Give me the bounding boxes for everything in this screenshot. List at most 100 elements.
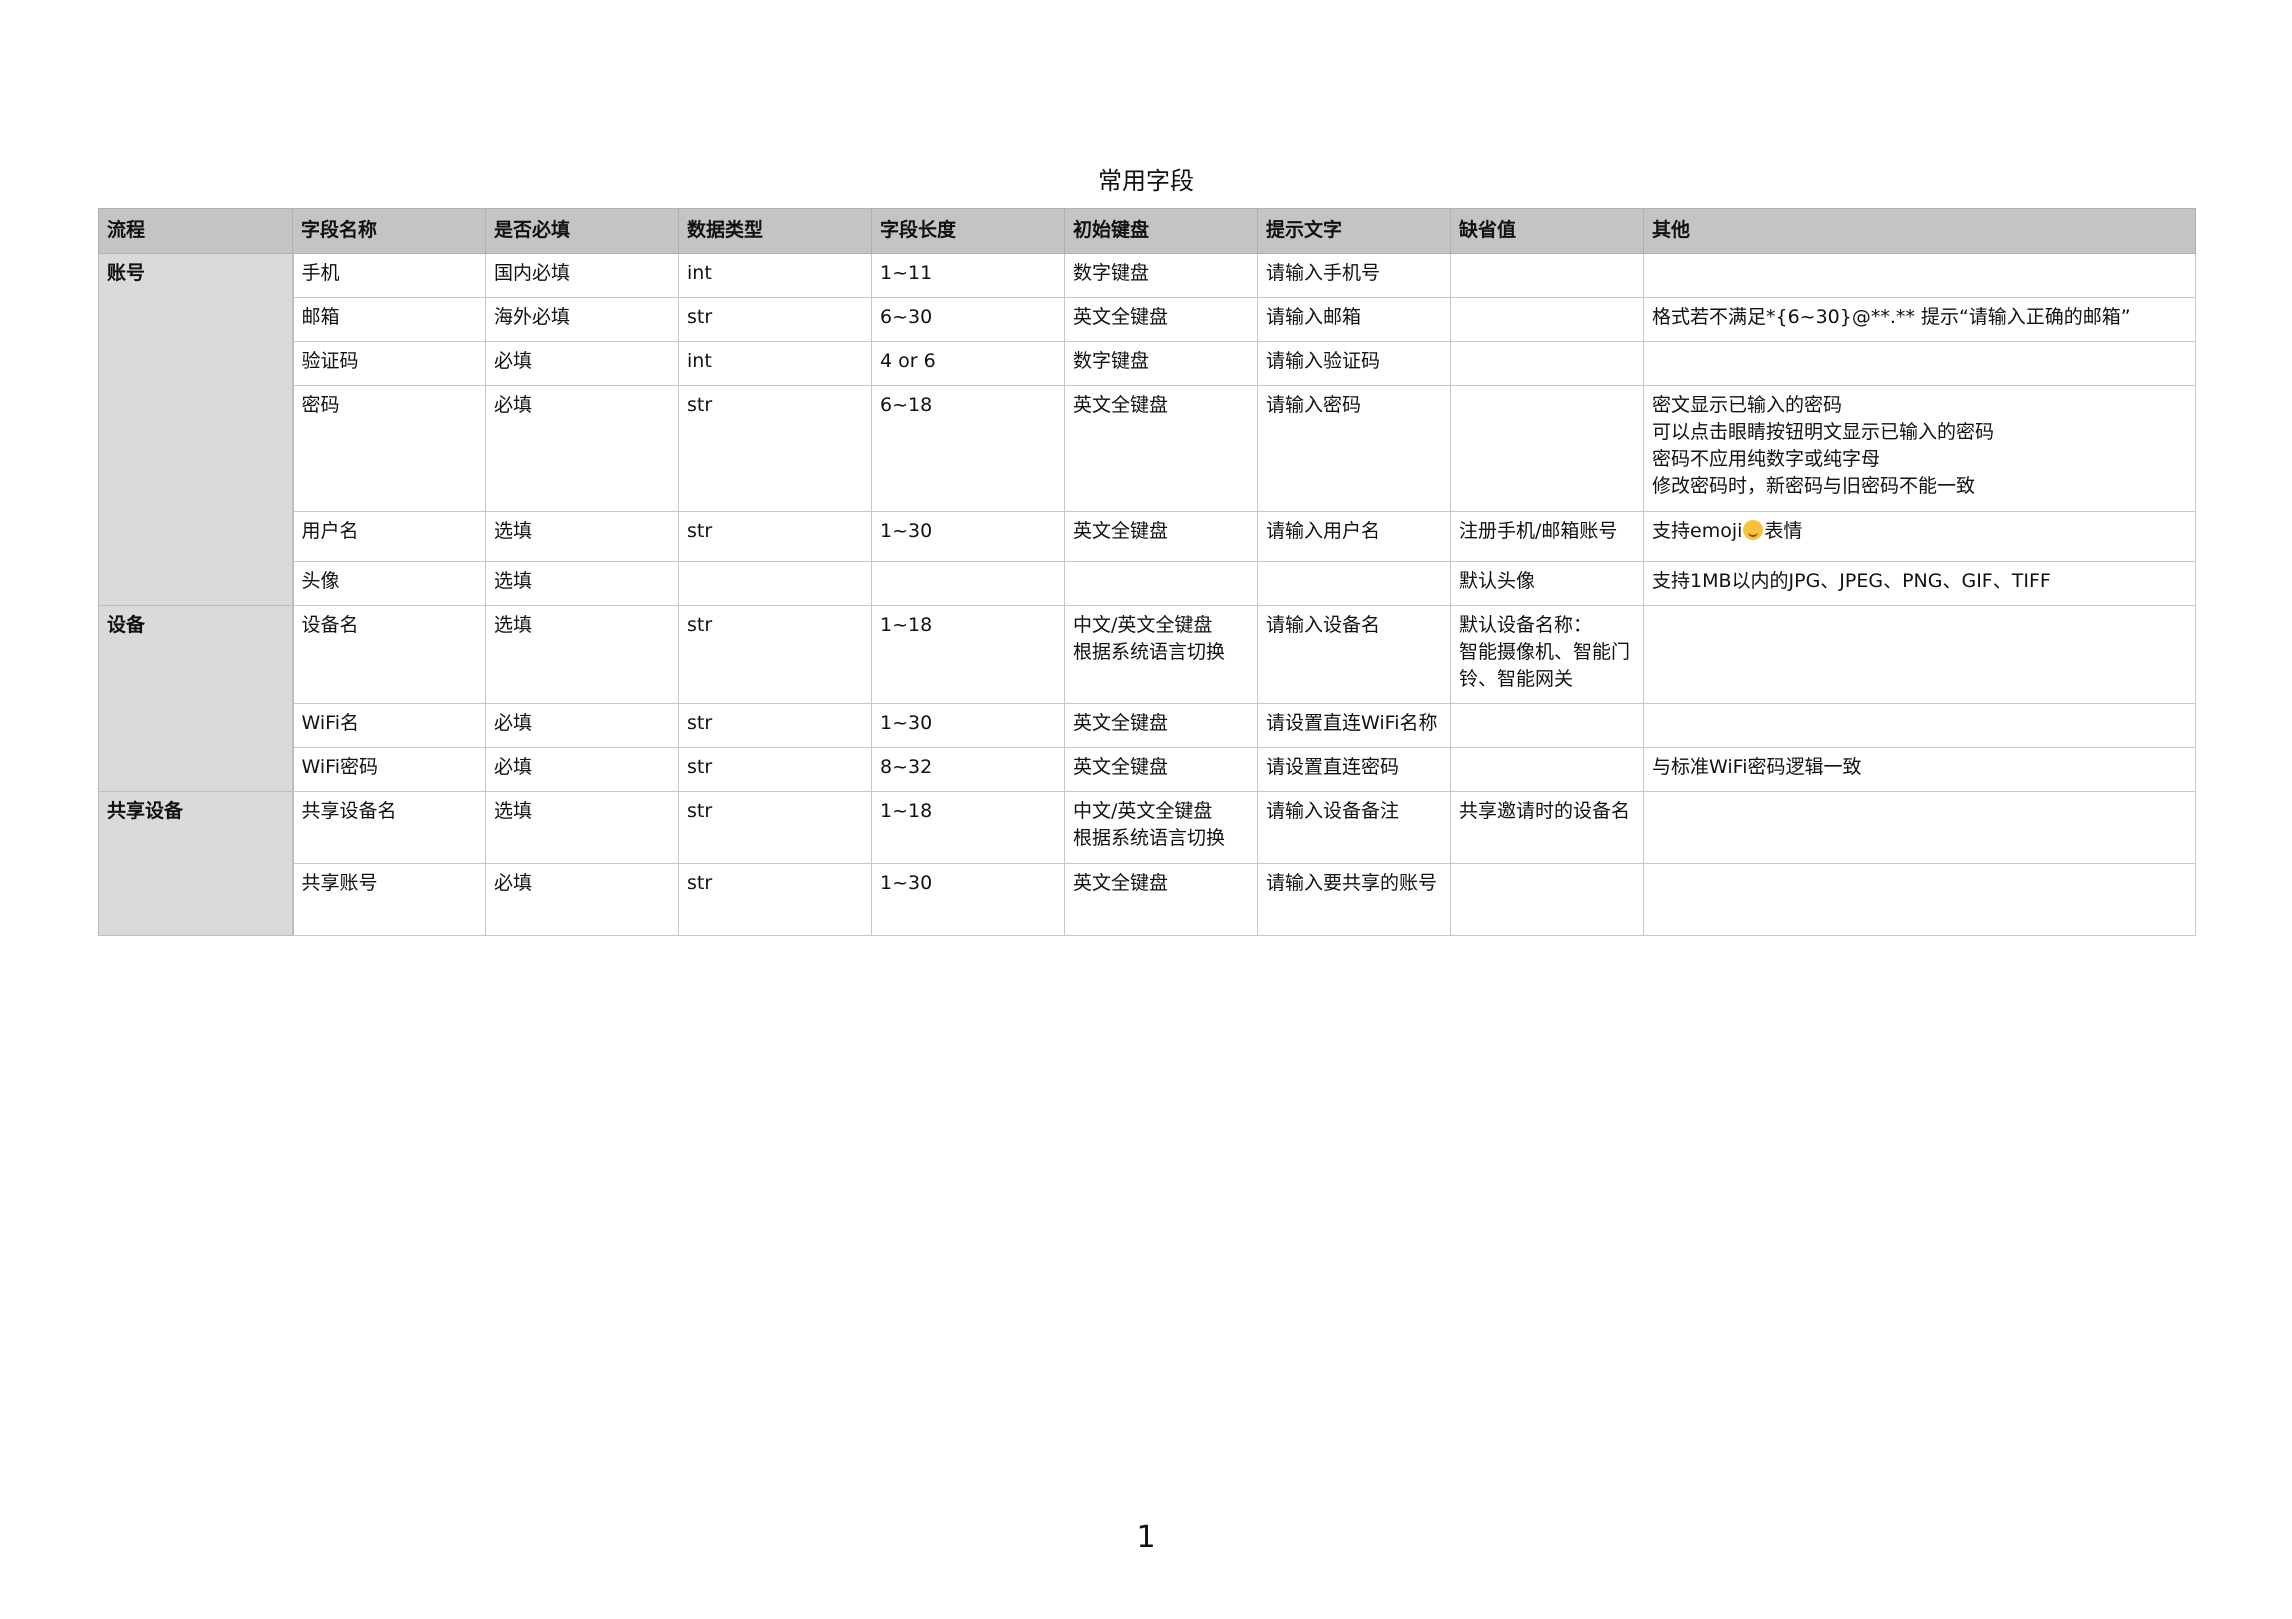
required-cell: 国内必填 (485, 253, 679, 298)
default-cell (1450, 385, 1644, 512)
column-header: 其他 (1643, 208, 2196, 254)
default-cell: 共享邀请时的设备名 (1450, 791, 1644, 864)
table-row: WiFi密码 必填 str 8~32 英文全键盘 请设置直连密码 与标准WiFi… (99, 747, 2196, 792)
type-cell: str (678, 511, 872, 562)
field-name-cell: 设备名 (292, 605, 486, 704)
length-cell: 1~18 (871, 605, 1065, 704)
column-header: 流程 (98, 208, 293, 254)
keyboard-cell: 英文全键盘 (1064, 385, 1258, 512)
keyboard-cell: 英文全键盘 (1064, 511, 1258, 562)
hint-cell: 请输入验证码 (1257, 341, 1451, 386)
hint-cell: 请输入密码 (1257, 385, 1451, 512)
required-cell: 必填 (485, 747, 679, 792)
default-cell (1450, 863, 1644, 936)
hint-cell: 请输入邮箱 (1257, 297, 1451, 342)
column-header: 字段长度 (871, 208, 1065, 254)
other-cell: 支持1MB以内的JPG、JPEG、PNG、GIF、TIFF (1643, 561, 2196, 606)
required-cell: 选填 (485, 511, 679, 562)
other-cell (1643, 253, 2196, 298)
table-row: 邮箱 海外必填 str 6~30 英文全键盘 请输入邮箱 格式若不满足*{6~3… (99, 297, 2196, 342)
type-cell (678, 561, 872, 606)
required-cell: 选填 (485, 561, 679, 606)
field-name-cell: WiFi名 (292, 703, 486, 748)
keyboard-cell: 中文/英文全键盘 根据系统语言切换 (1064, 605, 1258, 704)
group-cell-account: 账号 (98, 253, 294, 606)
hint-cell: 请设置直连WiFi名称 (1257, 703, 1451, 748)
column-header: 初始键盘 (1064, 208, 1258, 254)
table-row: 共享设备 共享设备名 选填 str 1~18 中文/英文全键盘 根据系统语言切换… (98, 791, 2196, 936)
header-row: 流程 字段名称 是否必填 数据类型 字段长度 初始键盘 提示文字 缺省值 其他 (98, 208, 2196, 254)
type-cell: str (678, 605, 872, 704)
other-cell: 支持emoji 表情 (1643, 511, 2196, 562)
table-row: 密码 必填 str 6~18 英文全键盘 请输入密码 密文显示已输入的密码 可以… (99, 385, 2196, 512)
table-row: 共享账号 必填 str 1~30 英文全键盘 请输入要共享的账号 (99, 863, 2196, 936)
other-cell: 与标准WiFi密码逻辑一致 (1643, 747, 2196, 792)
other-cell (1643, 791, 2196, 864)
other-cell: 密文显示已输入的密码 可以点击眼睛按钮明文显示已输入的密码 密码不应用纯数字或纯… (1643, 385, 2196, 512)
other-cell: 格式若不满足*{6~30}@**.** 提示“请输入正确的邮箱” (1643, 297, 2196, 342)
other-cell (1643, 863, 2196, 936)
table-row: 头像 选填 默认头像 支持1MB以内的JPG、JPEG、PNG、GIF、TIFF (99, 561, 2196, 606)
column-header: 缺省值 (1450, 208, 1644, 254)
keyboard-cell: 数字键盘 (1064, 253, 1258, 298)
keyboard-cell: 英文全键盘 (1064, 863, 1258, 936)
length-cell: 1~30 (871, 863, 1065, 936)
hint-cell: 请输入用户名 (1257, 511, 1451, 562)
type-cell: str (678, 863, 872, 936)
type-cell: int (678, 253, 872, 298)
column-header: 提示文字 (1257, 208, 1451, 254)
other-cell (1643, 605, 2196, 704)
keyboard-cell: 英文全键盘 (1064, 747, 1258, 792)
required-cell: 必填 (485, 385, 679, 512)
column-header: 是否必填 (485, 208, 679, 254)
hint-cell: 请输入设备备注 (1257, 791, 1451, 864)
group-cell-shared-device: 共享设备 (98, 791, 294, 936)
field-name-cell: 共享账号 (292, 863, 486, 936)
default-cell (1450, 253, 1644, 298)
length-cell: 8~32 (871, 747, 1065, 792)
type-cell: str (678, 791, 872, 864)
required-cell: 选填 (485, 605, 679, 704)
default-cell (1450, 341, 1644, 386)
field-name-cell: 验证码 (292, 341, 486, 386)
table-row: 用户名 选填 str 1~30 英文全键盘 请输入用户名 注册手机/邮箱账号 支… (99, 511, 2196, 562)
hint-cell: 请设置直连密码 (1257, 747, 1451, 792)
column-header: 字段名称 (292, 208, 486, 254)
group-cell-device: 设备 (98, 605, 294, 792)
field-name-cell: 手机 (292, 253, 486, 298)
hint-cell: 请输入设备名 (1257, 605, 1451, 704)
length-cell: 1~18 (871, 791, 1065, 864)
default-cell: 注册手机/邮箱账号 (1450, 511, 1644, 562)
length-cell: 1~11 (871, 253, 1065, 298)
keyboard-cell: 数字键盘 (1064, 341, 1258, 386)
type-cell: str (678, 703, 872, 748)
smiling-face-emoji-icon (1743, 520, 1764, 540)
default-cell: 默认设备名称： 智能摄像机、智能门铃、智能网关 (1450, 605, 1644, 704)
page-title: 常用字段 (1098, 167, 1194, 195)
page-number: 1 (1136, 1520, 1156, 1555)
field-name-cell: 邮箱 (292, 297, 486, 342)
type-cell: str (678, 385, 872, 512)
column-header: 数据类型 (678, 208, 872, 254)
table-row: 设备 设备名 选填 str 1~18 中文/英文全键盘 根据系统语言切换 请输入… (98, 605, 2196, 792)
hint-cell (1257, 561, 1451, 606)
hint-cell: 请输入要共享的账号 (1257, 863, 1451, 936)
length-cell: 6~30 (871, 297, 1065, 342)
table-row: 账号 手机 国内必填 int 1~11 数字键盘 请输入手机号 (98, 253, 2196, 606)
length-cell (871, 561, 1065, 606)
default-cell (1450, 747, 1644, 792)
table-row: WiFi名 必填 str 1~30 英文全键盘 请设置直连WiFi名称 (99, 703, 2196, 748)
length-cell: 4 or 6 (871, 341, 1065, 386)
keyboard-cell: 中文/英文全键盘 根据系统语言切换 (1064, 791, 1258, 864)
field-name-cell: WiFi密码 (292, 747, 486, 792)
default-cell: 默认头像 (1450, 561, 1644, 606)
other-cell (1643, 703, 2196, 748)
keyboard-cell: 英文全键盘 (1064, 297, 1258, 342)
required-cell: 必填 (485, 703, 679, 748)
field-name-cell: 共享设备名 (292, 791, 486, 864)
length-cell: 1~30 (871, 703, 1065, 748)
field-name-cell: 密码 (292, 385, 486, 512)
type-cell: str (678, 747, 872, 792)
type-cell: str (678, 297, 872, 342)
type-cell: int (678, 341, 872, 386)
